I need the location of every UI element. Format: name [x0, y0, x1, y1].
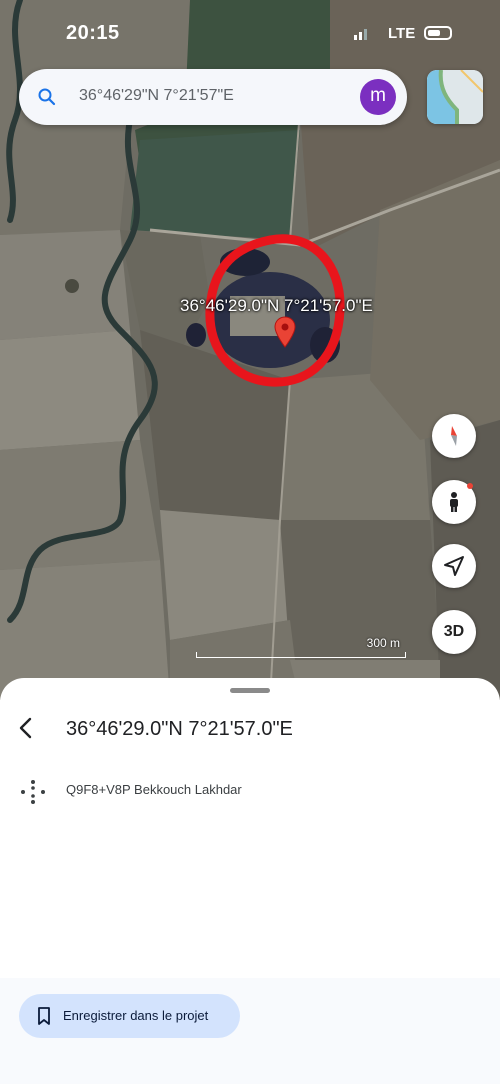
- scale-label: 300 m: [366, 636, 400, 650]
- satellite-map[interactable]: 20:15 LTE 36°46'29"N 7°21'57"E m 36°46'2…: [0, 0, 500, 700]
- status-bar: 20:15 LTE: [0, 20, 500, 50]
- layers-button[interactable]: [427, 70, 483, 124]
- search-input[interactable]: 36°46'29"N 7°21'57"E: [79, 87, 234, 105]
- place-title: 36°46'29.0"N 7°21'57.0"E: [66, 718, 293, 740]
- signal-icon: [354, 29, 367, 40]
- scale-bar: 300 m: [196, 636, 406, 658]
- 3d-toggle-button[interactable]: 3D: [432, 610, 476, 654]
- status-network: LTE: [388, 25, 416, 42]
- scale-bar-line: [196, 652, 406, 658]
- search-bar[interactable]: 36°46'29"N 7°21'57"E m: [19, 69, 407, 125]
- my-location-button[interactable]: [432, 544, 476, 588]
- avatar[interactable]: m: [360, 79, 396, 115]
- compass-icon: [451, 426, 457, 446]
- plus-code-text[interactable]: Q9F8+V8P Bekkouch Lakhdar: [66, 782, 242, 797]
- bottom-sheet: 36°46'29.0"N 7°21'57.0"E Q9F8+V8P Bekkou…: [0, 678, 500, 1084]
- search-icon: [38, 88, 56, 106]
- status-time: 20:15: [66, 22, 120, 44]
- sheet-footer: Enregistrer dans le projet: [0, 978, 500, 1084]
- save-to-project-label: Enregistrer dans le projet: [63, 1008, 209, 1023]
- notification-dot: [467, 483, 473, 489]
- location-pin-icon[interactable]: [274, 316, 296, 348]
- map-coordinate-label: 36°46'29.0"N 7°21'57.0"E: [180, 296, 373, 315]
- compass-button[interactable]: [432, 414, 476, 458]
- street-view-button[interactable]: [432, 480, 476, 524]
- location-arrow-icon: [444, 556, 464, 576]
- save-to-project-button[interactable]: Enregistrer dans le projet: [19, 994, 240, 1038]
- layers-icon: [427, 70, 483, 124]
- battery-icon: [424, 26, 452, 40]
- bookmark-icon: [38, 1007, 50, 1025]
- drag-handle[interactable]: [230, 688, 270, 693]
- plus-code-icon: [21, 780, 45, 804]
- street-view-icon: [450, 492, 458, 512]
- back-arrow-icon[interactable]: [14, 716, 38, 740]
